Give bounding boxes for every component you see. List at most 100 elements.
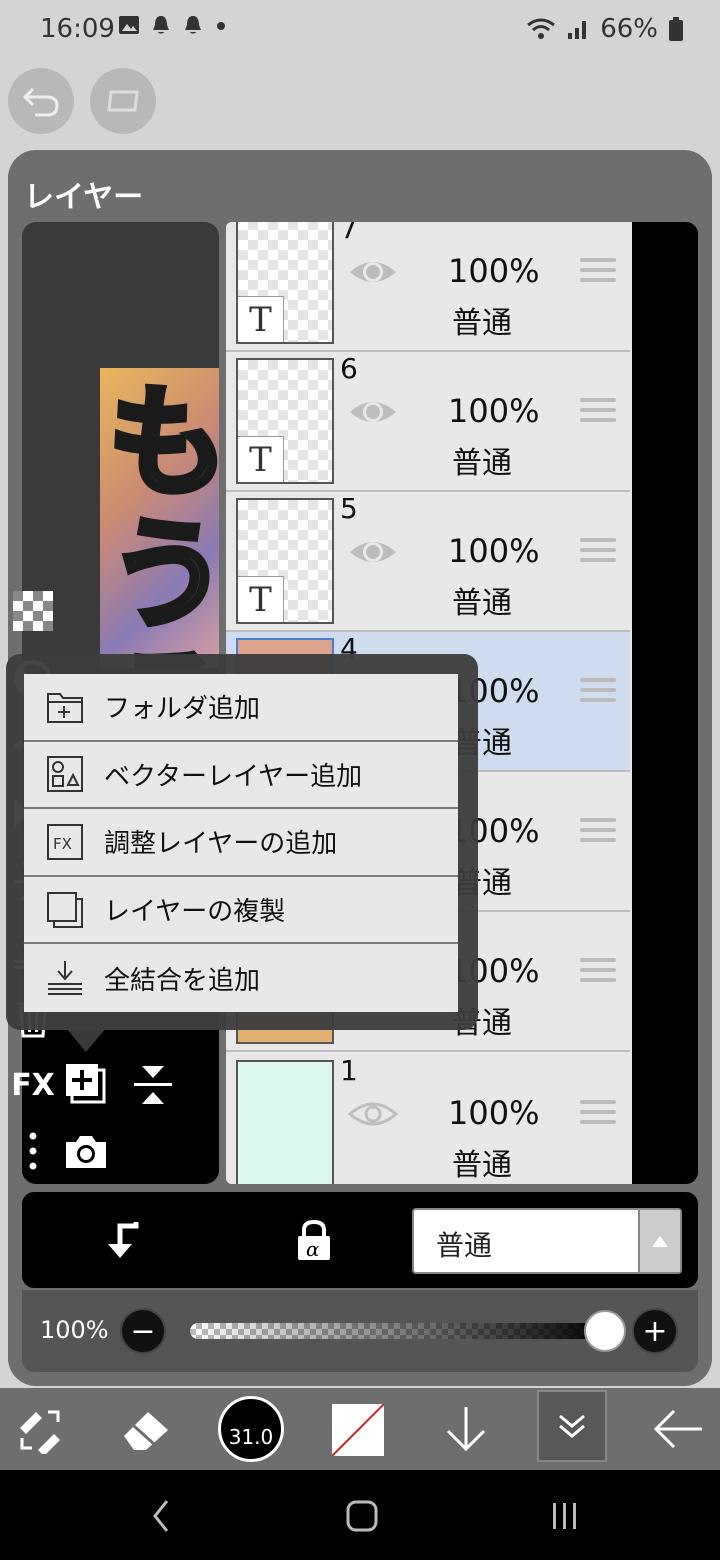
preview-artwork-text: もうそ xyxy=(105,374,219,669)
drag-handle-icon[interactable] xyxy=(580,398,616,428)
fx-adjust-icon: FX xyxy=(46,823,84,861)
drag-handle-icon[interactable] xyxy=(580,958,616,988)
tool-switch-button[interactable] xyxy=(10,1388,70,1470)
eye-outline-icon[interactable] xyxy=(348,1094,398,1134)
popup-pointer xyxy=(66,1028,106,1052)
layer-number: 1 xyxy=(340,1054,358,1087)
more-options-button[interactable] xyxy=(0,1128,66,1174)
arrow-down-icon xyxy=(446,1407,486,1452)
menu-item-label: 全結合を追加 xyxy=(104,965,261,996)
camera-button[interactable] xyxy=(64,1134,108,1174)
canvas-preview[interactable]: もうそ xyxy=(100,368,219,668)
folder-add-icon xyxy=(46,688,84,726)
layer-row[interactable]: T 5 100% 普通 xyxy=(226,492,630,632)
layer-blend: 普通 xyxy=(452,1148,512,1183)
image-icon xyxy=(119,16,139,34)
opacity-slider-thumb[interactable] xyxy=(584,1310,626,1352)
clear-selection-button[interactable] xyxy=(90,68,156,134)
menu-item-adjust-layer[interactable]: FX 調整レイヤーの追加 xyxy=(24,809,458,877)
add-layer-menu: フォルダ追加 ベクターレイヤー追加 FX 調整レイヤーの追加 レイヤーの複製 全… xyxy=(24,674,458,1012)
menu-item-label: 調整レイヤーの追加 xyxy=(104,829,338,860)
svg-text:α: α xyxy=(306,1237,320,1261)
eye-icon[interactable] xyxy=(348,532,398,572)
alpha-lock-button[interactable]: α xyxy=(294,1219,334,1266)
duplicate-icon xyxy=(46,891,84,929)
nav-home-button[interactable] xyxy=(344,1496,380,1536)
menu-item-vector-layer[interactable]: ベクターレイヤー追加 xyxy=(24,742,458,810)
eraser-tool-button[interactable] xyxy=(116,1388,176,1470)
layer-opacity: 100% xyxy=(448,392,540,430)
undo-button[interactable] xyxy=(8,68,74,134)
layer-opacity: 100% xyxy=(448,532,540,570)
plus-icon: + xyxy=(642,1313,668,1349)
eye-icon[interactable] xyxy=(348,392,398,432)
compress-icon xyxy=(134,1066,172,1104)
signal-icon xyxy=(568,21,587,39)
layer-blend: 普通 xyxy=(452,446,512,481)
add-layer-button[interactable] xyxy=(64,1062,108,1110)
layer-number: 6 xyxy=(340,352,358,385)
eraser-icon xyxy=(124,1412,168,1450)
add-layer-icon xyxy=(66,1064,106,1104)
battery-icon xyxy=(669,17,683,41)
layer-opacity: 100% xyxy=(448,1094,540,1132)
layer-number: 5 xyxy=(340,492,358,525)
layer-blend: 普通 xyxy=(452,586,512,621)
layer-opacity: 100% xyxy=(448,252,540,290)
blend-mode-select[interactable]: 普通 xyxy=(412,1208,682,1274)
nav-recents-button[interactable] xyxy=(548,1496,582,1536)
svg-text:FX: FX xyxy=(53,835,72,853)
color-swatch-button[interactable] xyxy=(332,1404,384,1456)
brush-size-button[interactable]: 31.0 xyxy=(218,1396,284,1462)
clip-to-layer-button[interactable] xyxy=(100,1218,140,1266)
more-vertical-icon xyxy=(29,1132,37,1170)
layer-thumbnail: T xyxy=(236,358,334,484)
merge-all-icon xyxy=(46,959,84,997)
battery-percent: 66% xyxy=(600,14,658,44)
back-arrow-button[interactable] xyxy=(650,1388,706,1470)
fx-button[interactable]: FX xyxy=(0,1062,66,1108)
opacity-label: 100% xyxy=(40,1316,109,1344)
blend-mode-value: 普通 xyxy=(436,1229,493,1262)
transparency-lock-button[interactable] xyxy=(0,588,66,634)
text-layer-icon: T xyxy=(238,296,284,342)
menu-item-label: フォルダ追加 xyxy=(104,694,261,725)
eye-icon[interactable] xyxy=(348,252,398,292)
drag-handle-icon[interactable] xyxy=(580,1100,616,1130)
clip-arrow-icon xyxy=(108,1222,139,1258)
layer-number: 7 xyxy=(340,222,358,245)
no-color-icon xyxy=(332,1404,384,1456)
drag-handle-icon[interactable] xyxy=(580,258,616,288)
compress-button[interactable] xyxy=(132,1064,174,1110)
layer-row[interactable]: T 6 100% 普通 xyxy=(226,352,630,492)
menu-item-merge-all[interactable]: 全結合を追加 xyxy=(24,944,458,1012)
layer-blend: 普通 xyxy=(452,306,512,341)
recents-icon xyxy=(553,1503,576,1529)
collapse-panel-button[interactable] xyxy=(537,1390,607,1462)
panel-title: レイヤー xyxy=(24,180,144,215)
arrow-left-icon xyxy=(653,1409,702,1449)
layer-down-button[interactable] xyxy=(438,1388,494,1470)
layer-thumbnail xyxy=(236,1060,334,1184)
notification-icons xyxy=(118,14,228,36)
opacity-decrease-button[interactable]: − xyxy=(120,1308,166,1354)
menu-item-label: レイヤーの複製 xyxy=(104,897,286,928)
layer-thumbnail: T xyxy=(236,498,334,624)
opacity-increase-button[interactable]: + xyxy=(632,1308,678,1354)
drag-handle-icon[interactable] xyxy=(580,678,616,708)
layer-row[interactable]: 1 100% 普通 xyxy=(226,1054,630,1184)
alpha-lock-icon: α xyxy=(298,1219,330,1261)
bell-icon xyxy=(185,16,201,34)
opacity-slider[interactable] xyxy=(190,1323,610,1339)
drag-handle-icon[interactable] xyxy=(580,818,616,848)
eraser-outline-icon xyxy=(107,90,139,112)
caret-up-icon xyxy=(638,1210,680,1272)
tool-switch-icon xyxy=(20,1410,60,1454)
menu-item-duplicate-layer[interactable]: レイヤーの複製 xyxy=(24,877,458,945)
menu-item-label: ベクターレイヤー追加 xyxy=(104,761,363,792)
drag-handle-icon[interactable] xyxy=(580,538,616,568)
layer-row[interactable]: T 7 100% 普通 xyxy=(226,222,630,352)
double-chevron-down-icon xyxy=(559,1414,585,1438)
menu-item-folder-add[interactable]: フォルダ追加 xyxy=(24,674,458,742)
nav-back-button[interactable] xyxy=(146,1496,176,1536)
